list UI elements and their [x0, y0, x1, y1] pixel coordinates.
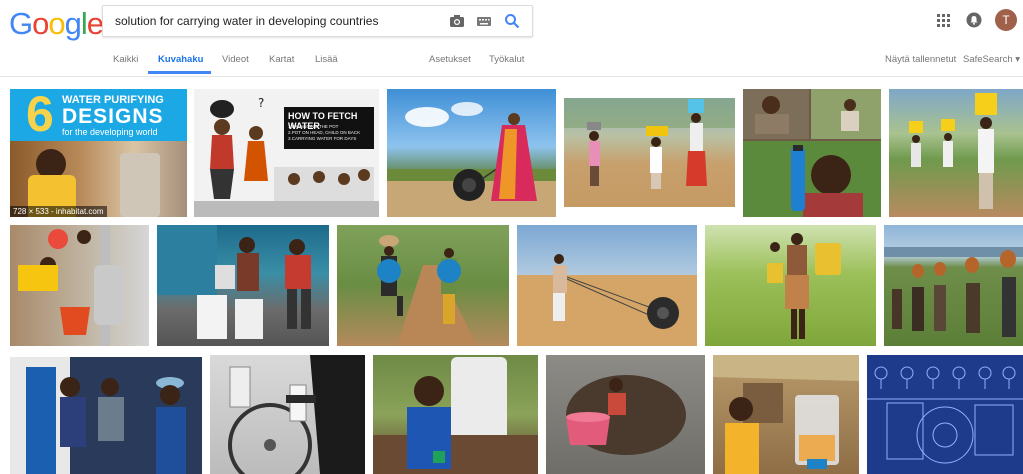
- image-result[interactable]: [373, 355, 538, 474]
- image-result[interactable]: HOW TO FETCH WATER 1.BALANCING THE POT 2…: [194, 89, 379, 217]
- tab-settings[interactable]: Asetukset: [429, 54, 471, 65]
- notifications-icon[interactable]: [966, 12, 982, 28]
- photo: [566, 375, 686, 455]
- image-result[interactable]: [867, 355, 1023, 474]
- image-result[interactable]: 6 WATER PURIFYING DESIGNS for the develo…: [10, 89, 187, 217]
- photo: [517, 254, 697, 346]
- active-tab-indicator: [148, 71, 211, 74]
- svg-text:?: ?: [258, 96, 264, 110]
- image-result[interactable]: [337, 225, 509, 346]
- safesearch-dropdown[interactable]: SafeSearch ▾: [963, 54, 1020, 65]
- photo: [909, 93, 997, 209]
- logo-letter: o: [32, 6, 49, 41]
- account-avatar[interactable]: T: [995, 9, 1017, 31]
- image-result[interactable]: [884, 225, 1023, 346]
- tab-all[interactable]: Kaikki: [113, 54, 138, 65]
- image-result[interactable]: [387, 89, 556, 217]
- logo-letter: G: [9, 6, 33, 41]
- photo: [228, 355, 365, 474]
- image-result[interactable]: [743, 89, 881, 217]
- tab-tools[interactable]: Työkalut: [489, 54, 524, 65]
- image-result[interactable]: [210, 355, 365, 474]
- image-caption: 728 × 533 - inhabitat.com: [10, 206, 107, 217]
- photo: [867, 366, 1023, 464]
- tab-videos[interactable]: Videot: [222, 54, 249, 65]
- photo: [157, 225, 311, 339]
- apps-grid-icon[interactable]: [937, 14, 950, 27]
- image-result[interactable]: [889, 89, 1023, 217]
- image-result[interactable]: [713, 355, 859, 474]
- image-result[interactable]: [705, 225, 876, 346]
- google-logo[interactable]: Google: [9, 6, 104, 41]
- image-result[interactable]: [10, 225, 149, 346]
- saved-images-link[interactable]: Näytä tallennetut: [885, 54, 956, 65]
- logo-letter: e: [86, 6, 104, 41]
- photo: [387, 102, 556, 217]
- photo: [564, 98, 735, 189]
- image-result[interactable]: [564, 98, 735, 207]
- image-result[interactable]: [546, 355, 705, 474]
- banner-line3: for the developing world: [62, 127, 158, 137]
- tabs-bar: Kaikki Kuvahaku Videot Kartat Lisää Aset…: [0, 42, 1023, 77]
- image-result[interactable]: [157, 225, 329, 346]
- photo: [713, 355, 859, 474]
- photo: [767, 233, 841, 339]
- photo: [18, 225, 124, 346]
- logo-letter: g: [64, 6, 82, 41]
- photo: [10, 357, 186, 474]
- image-result[interactable]: [10, 357, 202, 474]
- search-icon[interactable]: [504, 13, 520, 29]
- keyboard-icon[interactable]: [476, 13, 492, 29]
- photo: [743, 89, 881, 217]
- camera-icon[interactable]: [449, 13, 465, 29]
- banner-line2: DESIGNS: [62, 105, 164, 128]
- logo-letter: o: [48, 6, 65, 41]
- cartoon-drawing: ?: [194, 96, 379, 217]
- tab-maps[interactable]: Kartat: [269, 54, 294, 65]
- search-box[interactable]: [102, 5, 533, 37]
- photo: [884, 247, 1023, 337]
- banner-number: 6: [26, 89, 54, 142]
- filter-device: [120, 153, 160, 217]
- image-result[interactable]: [517, 225, 697, 346]
- photo: [373, 357, 538, 474]
- tab-more[interactable]: Lisää: [315, 54, 338, 65]
- search-input[interactable]: [113, 13, 437, 29]
- tab-images[interactable]: Kuvahaku: [158, 54, 203, 65]
- photo: [377, 235, 477, 346]
